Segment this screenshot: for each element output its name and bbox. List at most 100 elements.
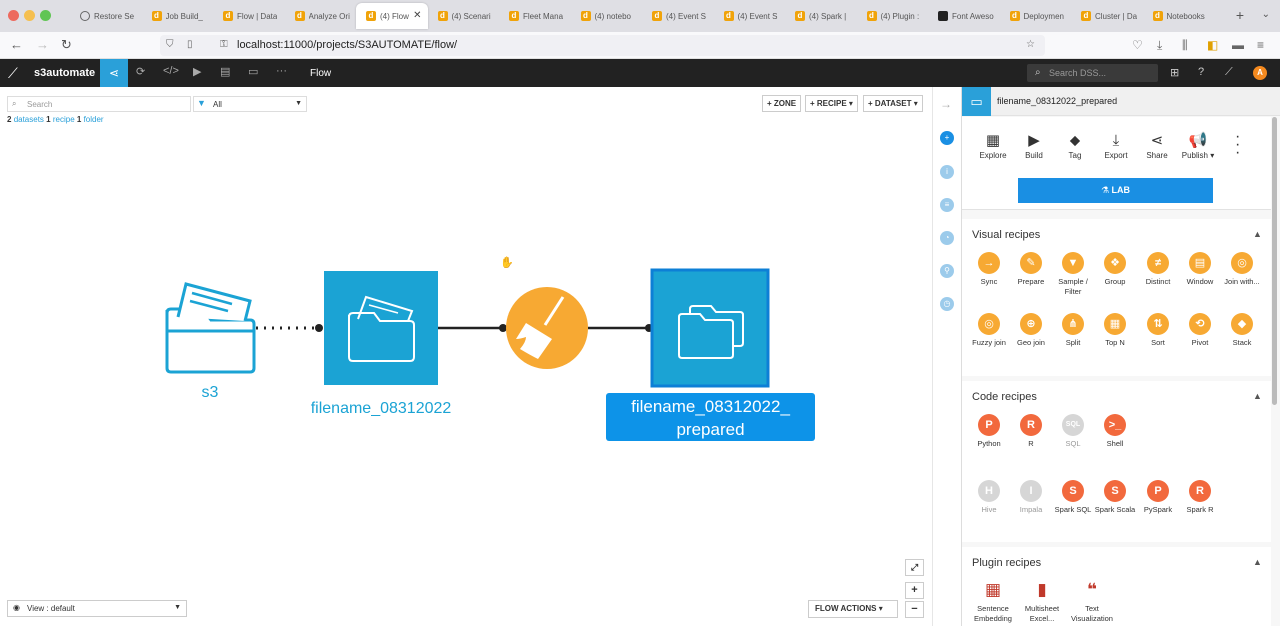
browser-tab[interactable]: d Notebooks [1143,3,1215,29]
recipe-split[interactable]: ⋔ Split [1051,313,1095,348]
downloads-icon[interactable]: ⤓ [1157,38,1162,53]
explore-button[interactable]: ▦ Explore [973,131,1013,160]
recipe-prepare[interactable]: ✎ Prepare [1009,252,1053,287]
export-button[interactable]: ⤓ Export [1096,131,1136,160]
dataset2-node-label[interactable]: filename_08312022_ prepared [606,393,815,441]
recipe-sample-filter[interactable]: ▼ Sample / Filter [1051,252,1095,297]
publish-button[interactable]: 📢 Publish ▾ [1178,131,1218,160]
schema-icon[interactable]: ≡ [940,198,954,212]
add-recipe-button[interactable]: + RECIPE ▾ [805,95,858,112]
flow-actions-button[interactable]: FLOW ACTIONS ▾ [808,600,898,618]
recipe-python[interactable]: P Python [967,414,1011,449]
browser-tab[interactable]: d (4) Plugin : [857,3,929,29]
tab-list-chevron-icon[interactable]: ⌄ [1262,9,1270,20]
flow-canvas[interactable]: s3 filename_08312022 filename_08312022_ … [0,87,932,626]
close-window-button[interactable] [8,10,19,21]
chevron-up-icon[interactable]: ▲ [1253,391,1262,401]
dss-search-input[interactable]: ⌕ Search DSS... [1027,64,1158,82]
menu-icon[interactable]: ≡ [1257,38,1264,52]
url-bar[interactable]: ⛉ ▯ ⚿ localhost:11000/projects/S3AUTOMAT… [160,35,1045,56]
panel-scrollbar[interactable] [1272,117,1277,405]
recipe-group[interactable]: ❖ Group [1093,252,1137,287]
recipe-sync[interactable]: → Sync [967,252,1011,287]
help-icon[interactable]: ? [1198,66,1204,78]
actions-icon[interactable]: + [940,131,954,145]
dataset1-node-label[interactable]: filename_08312022 [296,400,466,418]
bookmark-star-icon[interactable]: ☆ [1026,39,1035,50]
back-button[interactable]: ← [10,37,23,53]
extension2-icon[interactable]: ▬ [1232,38,1244,52]
activity-icon[interactable]: ⟋ [1225,66,1233,79]
recipe-shell[interactable]: >_ Shell [1093,414,1137,449]
recipe-geo-join[interactable]: ⊕ Geo join [1009,313,1053,348]
browser-tab[interactable]: d Cluster | Da [1071,3,1143,29]
browser-tab[interactable]: d (4) Event S [642,3,714,29]
recipe-sort[interactable]: ⇅ Sort [1136,313,1180,348]
browser-tab[interactable]: d Flow | Data [213,3,285,29]
browser-tab[interactable]: d Deploymen [1000,3,1072,29]
recipe-sentence-embedding[interactable]: ▦ Sentence Embedding [971,579,1015,624]
recipe-spark-sql[interactable]: S Spark SQL [1051,480,1095,515]
avatar[interactable]: A [1253,66,1267,80]
recipe-spark-r[interactable]: R Spark R [1178,480,1222,515]
prepare-recipe-node[interactable] [506,287,588,369]
recipe-r[interactable]: RR [1009,414,1053,449]
flow-search-input[interactable]: ⌕ Search [7,96,191,112]
recipe-multisheet-excel[interactable]: ▮ Multisheet Excel... [1020,579,1064,624]
extension-icon[interactable]: ◧ [1207,38,1218,52]
s3-node-label[interactable]: s3 [180,384,240,402]
browser-tab[interactable]: d Job Build_ [142,3,214,29]
info-icon[interactable]: i [940,165,954,179]
add-zone-button[interactable]: + ZONE [762,95,802,112]
browser-tab[interactable]: d (4) Spark | [785,3,857,29]
new-tab-button[interactable]: + [1236,7,1244,23]
recipe-top-n[interactable]: ▦ Top N [1093,313,1137,348]
maximize-window-button[interactable] [40,10,51,21]
browser-tab[interactable]: d Analyze Ori [285,3,357,29]
recipe-pivot[interactable]: ⟲ Pivot [1178,313,1222,348]
apps-grid-icon[interactable]: ⊞ [1170,66,1179,79]
build-button[interactable]: ▶ Build [1014,131,1054,160]
flow-nav-icon[interactable]: ⋖ [100,59,128,87]
recipe-link[interactable]: recipe [53,115,75,124]
recipe-fuzzy-join[interactable]: ◎ Fuzzy join [967,313,1011,348]
s3-folder-node[interactable] [165,282,256,374]
pocket-icon[interactable]: ♡ [1132,38,1143,52]
fit-screen-button[interactable]: ⤢ [905,559,924,576]
more-nav-icon[interactable]: ··· [276,65,287,77]
recipe-distinct[interactable]: ≠ Distinct [1136,252,1180,287]
zoom-in-button[interactable]: + [905,582,924,599]
dataset-node-filename[interactable] [324,271,438,385]
discussions-icon[interactable]: ◔ [940,231,954,245]
share-button[interactable]: ⋖ Share [1137,131,1177,160]
tag-button[interactable]: ⬥ Tag [1055,131,1095,160]
chevron-up-icon[interactable]: ▲ [1253,557,1262,567]
dataset-node-prepared[interactable] [650,268,770,388]
browser-tab[interactable]: d (4) Scenari [428,3,500,29]
more-options-icon[interactable]: · · · [1235,129,1240,161]
reload-button[interactable]: ↻ [61,37,72,53]
recipe-impala[interactable]: I Impala [1009,480,1053,515]
recipe-hive[interactable]: H Hive [967,480,1011,515]
recipe-pyspark[interactable]: P PySpark [1136,480,1180,515]
forward-button[interactable]: → [36,37,49,53]
browser-tab[interactable]: Restore Se [70,3,142,29]
lab-icon[interactable]: ⚲ [940,264,954,278]
flow-filter-select[interactable]: ▼ All ▼ [193,96,307,112]
lab-button[interactable]: ⚗ LAB [1018,178,1213,203]
library-icon[interactable]: ⫼ [1182,38,1188,53]
folder-link[interactable]: folder [84,115,104,124]
code-nav-icon[interactable]: </> [163,65,179,77]
close-tab-icon[interactable]: ✕ [413,10,421,21]
recipe-text-visualization[interactable]: ❝ Text Visualization [1070,579,1114,624]
browser-tab[interactable]: Font Aweso [928,3,1000,29]
view-select[interactable]: ◉ View : default ▼ [7,600,187,617]
recipe-window[interactable]: ▤ Window [1178,252,1222,287]
datasets-link[interactable]: datasets [14,115,44,124]
chevron-up-icon[interactable]: ▲ [1253,229,1262,239]
browser-tab[interactable]: d (4) Event S [714,3,786,29]
wiki-nav-icon[interactable]: ▭ [248,65,258,78]
dataiku-logo-icon[interactable]: ⟋ [8,65,18,82]
zoom-out-button[interactable]: − [905,601,924,618]
recipe-spark-scala[interactable]: S Spark Scala [1093,480,1137,515]
